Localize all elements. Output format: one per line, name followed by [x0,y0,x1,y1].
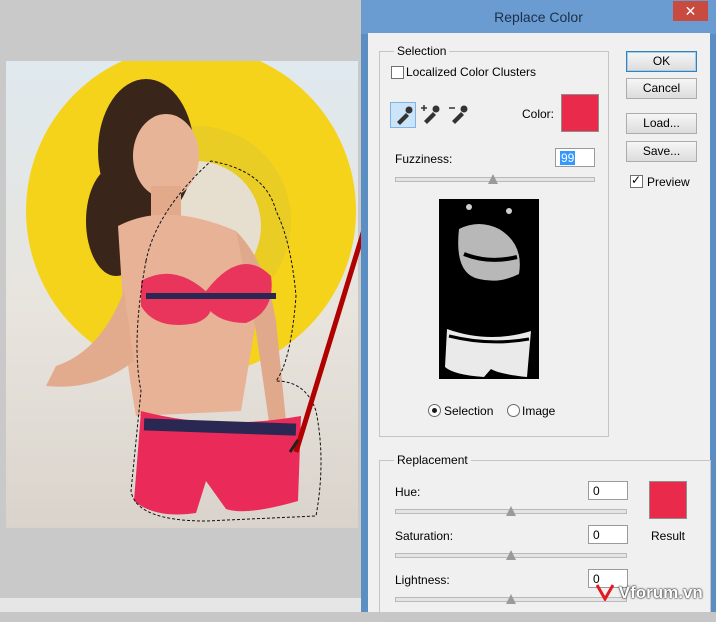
localized-clusters-checkbox[interactable] [391,66,404,79]
radio-selection[interactable] [428,404,441,417]
selection-preview-image [439,199,539,379]
eyedropper-minus-icon [449,105,468,124]
hue-input[interactable]: 0 [588,481,628,500]
saturation-value: 0 [593,528,600,542]
selection-group-title: Selection [394,44,450,58]
cancel-button[interactable]: Cancel [626,78,697,99]
photo-image [6,61,358,528]
hue-label: Hue: [395,485,421,499]
preview-checkbox[interactable]: ✓ [630,173,643,188]
saturation-label: Saturation: [395,529,454,543]
eyedropper-plus-tool[interactable] [418,102,442,126]
replacement-group-title: Replacement [394,453,471,467]
radio-image[interactable] [507,404,520,417]
preview-label: Preview [647,175,690,189]
selection-group: Selection Localized Color Clusters Color… [379,44,609,437]
eyedropper-tool[interactable] [390,102,416,128]
watermark-text: Vforum.vn [618,583,703,602]
replace-color-dialog: Replace Color ✕ Selection Localized Colo… [361,0,716,622]
localized-clusters-label: Localized Color Clusters [406,65,537,79]
radio-selection-label: Selection [444,404,494,418]
document-canvas [0,0,362,612]
mask-preview [445,204,531,377]
dialog-title: Replace Color [494,9,583,25]
color-swatch[interactable] [561,94,599,132]
saturation-slider-thumb[interactable] [506,550,516,560]
save-button[interactable]: Save... [626,141,697,162]
load-button[interactable]: Load... [626,113,697,134]
eyedropper-minus-tool[interactable] [446,102,470,126]
fuzziness-label: Fuzziness: [395,152,453,166]
fuzziness-slider-thumb[interactable] [488,174,498,184]
close-button[interactable]: ✕ [673,1,708,21]
watermark-logo: Vforum.vn [595,583,703,609]
hue-value: 0 [593,484,600,498]
eyedropper-plus-icon [421,105,440,124]
lightness-label: Lightness: [395,573,450,587]
eyedropper-icon [397,106,413,125]
ok-button[interactable]: OK [626,51,697,72]
fuzziness-input[interactable]: 99 [555,148,595,167]
watermark-v-icon [595,584,615,603]
radio-selection-dot [432,408,437,413]
saturation-input[interactable]: 0 [588,525,628,544]
fuzziness-value: 99 [560,151,576,165]
result-label: Result [651,529,686,543]
color-label: Color: [522,107,555,121]
result-swatch[interactable] [649,481,687,519]
dialog-body: Selection Localized Color Clusters Color… [368,33,711,622]
hue-slider-thumb[interactable] [506,506,516,516]
title-bar[interactable]: Replace Color ✕ [361,0,716,34]
canvas-status-strip [0,598,362,612]
lightness-slider-thumb[interactable] [506,594,516,604]
radio-image-label: Image [522,404,556,418]
preview-check-icon: ✓ [631,173,642,187]
